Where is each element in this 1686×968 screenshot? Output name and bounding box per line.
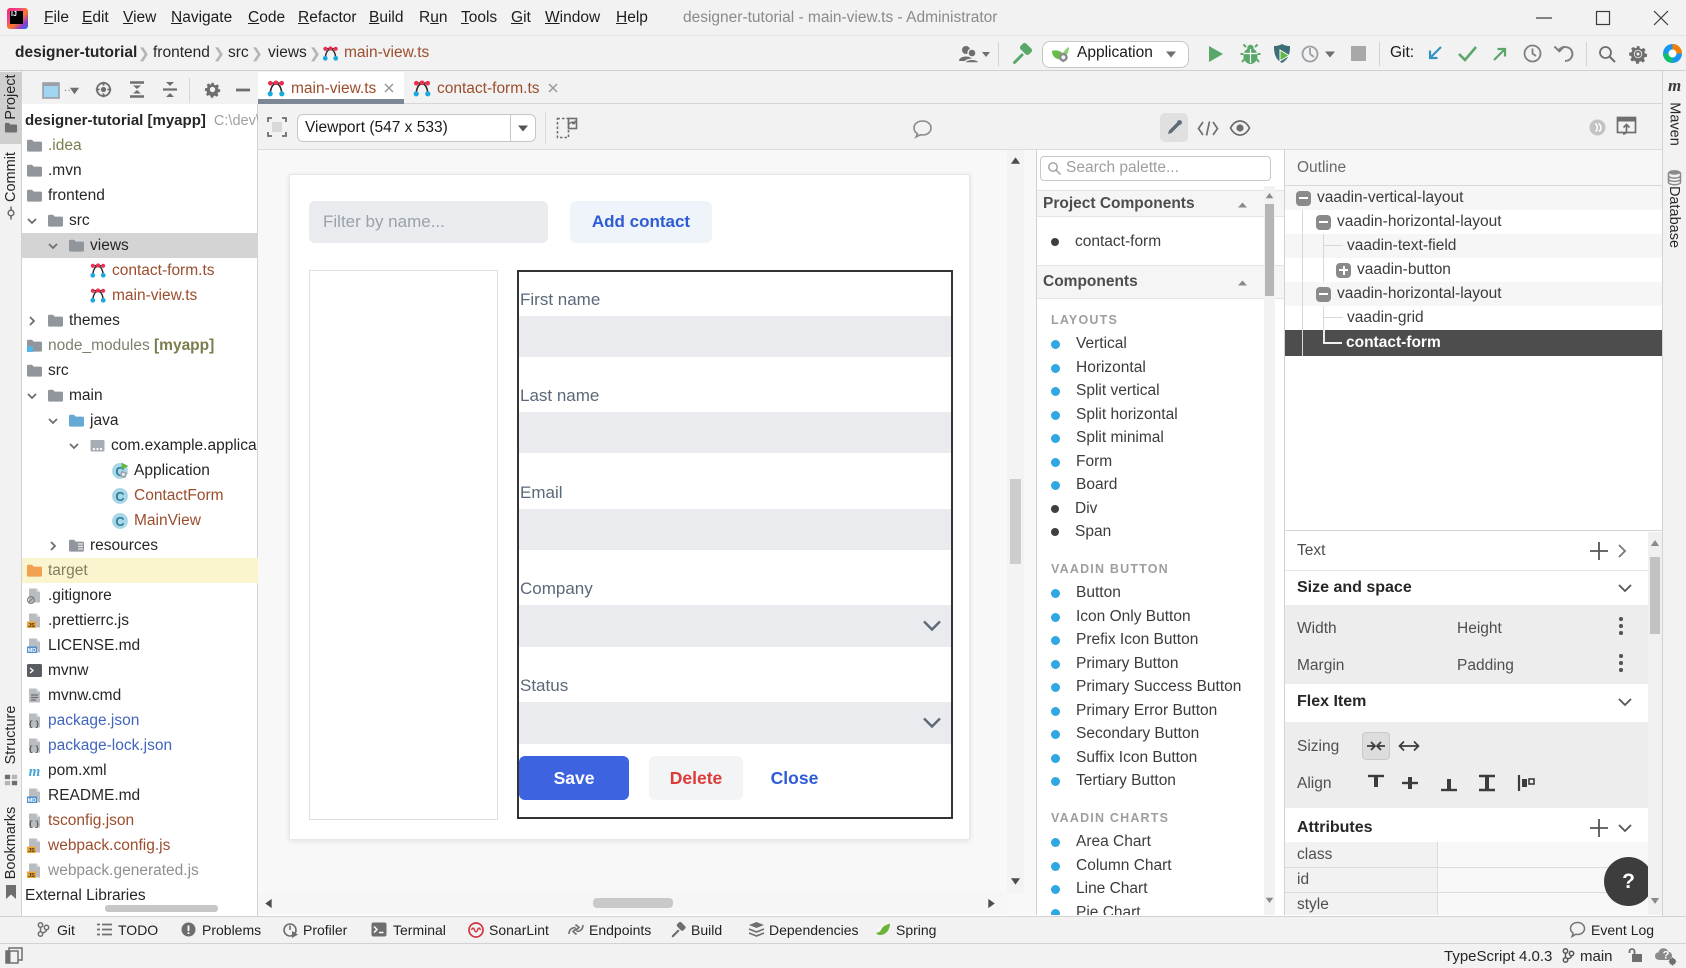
svg-text:m: m [29, 764, 41, 779]
svg-text:{ }: { } [28, 746, 39, 755]
svg-text:MD: MD [28, 648, 37, 654]
svg-text:{ }: { } [28, 721, 39, 730]
svg-text:JS: JS [28, 873, 35, 879]
svg-text:{ }: { } [28, 821, 39, 830]
svg-text:JS: JS [28, 623, 35, 629]
svg-text:?: ? [1663, 950, 1670, 962]
svg-text:JS: JS [28, 848, 35, 854]
svg-text:MD: MD [28, 798, 37, 804]
